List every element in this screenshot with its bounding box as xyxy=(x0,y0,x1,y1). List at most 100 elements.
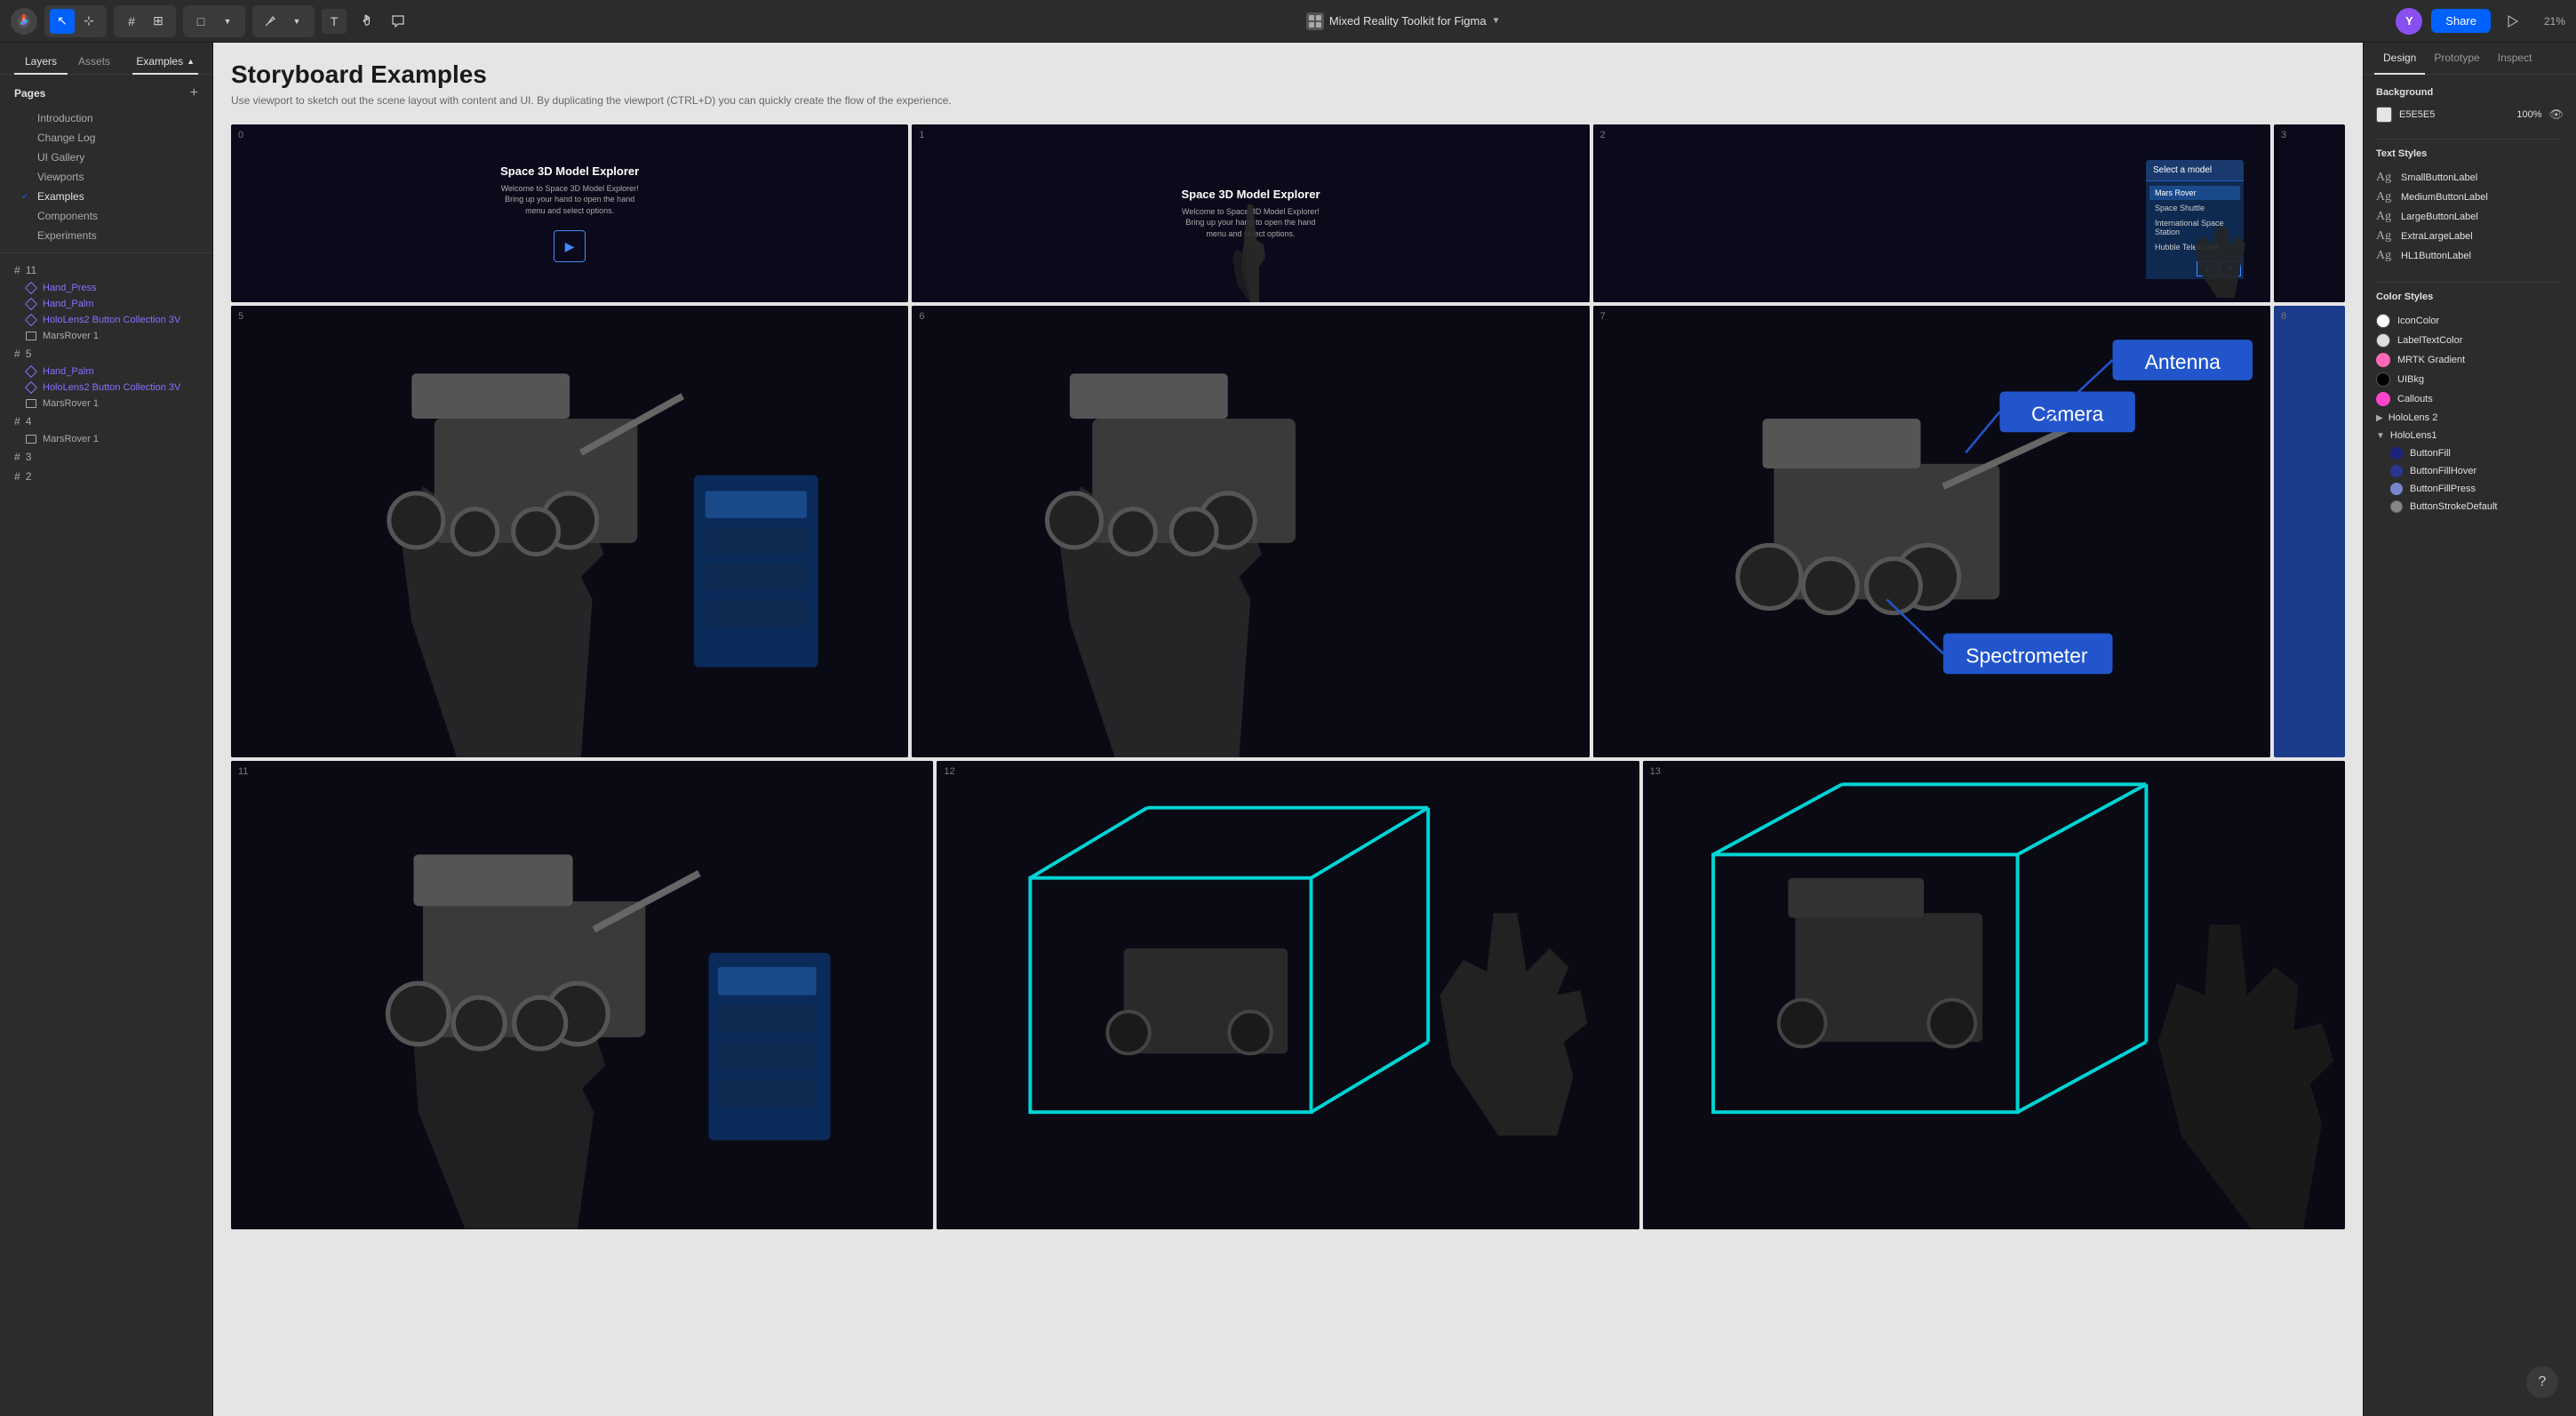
text-style-ag-icon: Ag xyxy=(2376,190,2394,204)
layer-group-2[interactable]: # 2 xyxy=(0,467,212,486)
text-style-small[interactable]: Ag SmallButtonLabel xyxy=(2376,168,2564,188)
component-icon xyxy=(25,383,37,392)
zoom-level[interactable]: 21% xyxy=(2533,15,2565,28)
text-style-ag-icon: Ag xyxy=(2376,249,2394,263)
color-style-labeltextcolor[interactable]: LabelTextColor xyxy=(2376,331,2564,350)
cell-content-11 xyxy=(231,761,933,1229)
layer-marsrover-2[interactable]: MarsRover 1 xyxy=(0,396,212,412)
layer-hand-press[interactable]: Hand_Press xyxy=(0,280,212,296)
pages-title: Pages xyxy=(14,87,45,100)
storyboard-cell-7[interactable]: 7 Camera xyxy=(1593,306,2270,757)
bg-color-opacity: 100% xyxy=(2515,109,2541,120)
layer-holol2-button-2[interactable]: HoloLens2 Button Collection 3V xyxy=(0,380,212,396)
storyboard-cell-8[interactable]: 8 xyxy=(2274,306,2345,757)
page-description: Use viewport to sketch out the scene lay… xyxy=(231,94,1031,107)
page-introduction[interactable]: Introduction xyxy=(14,108,198,128)
shape-tool[interactable]: □ xyxy=(188,9,213,34)
storyboard-cell-6[interactable]: 6 xyxy=(912,306,1589,757)
storyboard-cell-11[interactable]: 11 xyxy=(231,761,933,1229)
page-ui-gallery[interactable]: UI Gallery xyxy=(14,148,198,167)
share-button[interactable]: Share xyxy=(2431,9,2491,33)
cell-content-7: Camera Antenna Spectrometer xyxy=(1593,306,2270,757)
help-button[interactable]: ? xyxy=(2526,1366,2558,1398)
text-style-extralarge[interactable]: Ag ExtraLargeLabel xyxy=(2376,227,2564,246)
layer-group-4[interactable]: # 4 xyxy=(0,412,212,431)
tab-inspect[interactable]: Inspect xyxy=(2489,43,2541,75)
layer-group-5[interactable]: # 5 xyxy=(0,344,212,364)
layer-marsrover-1[interactable]: MarsRover 1 xyxy=(0,328,212,344)
grid-tool[interactable]: ⊞ xyxy=(146,9,171,34)
tab-prototype[interactable]: Prototype xyxy=(2425,43,2488,75)
text-style-hl1-label: HL1ButtonLabel xyxy=(2401,251,2471,261)
page-components[interactable]: Components xyxy=(14,206,198,226)
group-holol2[interactable]: ▶ HoloLens 2 xyxy=(2376,409,2564,427)
tab-design[interactable]: Design xyxy=(2374,43,2425,75)
color-style-mrtk[interactable]: MRTK Gradient xyxy=(2376,350,2564,370)
shape-arrow[interactable]: ▼ xyxy=(215,9,240,34)
visibility-icon[interactable]: 👁 xyxy=(2548,108,2564,122)
group-arrow-holol1: ▼ xyxy=(2376,431,2385,441)
page-changelog[interactable]: Change Log xyxy=(14,128,198,148)
storyboard-grid: 0 Space 3D Model Explorer Welcome to Spa… xyxy=(231,124,2345,1229)
canvas-area[interactable]: Storyboard Examples Use viewport to sket… xyxy=(213,43,2363,1416)
storyboard-cell-5[interactable]: 5 xyxy=(231,306,908,757)
storyboard-cell-3[interactable]: 3 xyxy=(2274,124,2345,302)
storyboard-cell-12[interactable]: 12 xyxy=(937,761,1639,1229)
user-avatar[interactable]: Y xyxy=(2396,8,2422,35)
layer-holol2-button-1[interactable]: HoloLens2 Button Collection 3V xyxy=(0,312,212,328)
rover-svg-5 xyxy=(231,306,908,757)
color-dot-uibkg xyxy=(2376,372,2390,387)
nested-buttonfillpress[interactable]: ButtonFillPress xyxy=(2376,480,2564,498)
tab-layers[interactable]: Layers xyxy=(14,50,68,75)
color-style-callouts[interactable]: Callouts xyxy=(2376,389,2564,409)
file-title[interactable]: Mixed Reality Toolkit for Figma ▼ xyxy=(1306,12,1501,30)
layer-group-11[interactable]: # 11 xyxy=(0,260,212,280)
storyboard-cell-13[interactable]: 13 xyxy=(1643,761,2345,1229)
storyboard-cell-1[interactable]: 1 Space 3D Model Explorer Welcome to Spa… xyxy=(912,124,1589,302)
pen-tool[interactable] xyxy=(258,9,283,34)
bg-color-row: E5E5E5 100% 👁 xyxy=(2376,107,2564,123)
cell-0-title: Space 3D Model Explorer xyxy=(500,164,639,178)
hand-tool[interactable] xyxy=(354,9,379,34)
layer-marsrover-3[interactable]: MarsRover 1 xyxy=(0,431,212,447)
comment-tool[interactable] xyxy=(386,9,411,34)
text-style-large[interactable]: Ag LargeButtonLabel xyxy=(2376,207,2564,227)
group-arrow-holol2: ▶ xyxy=(2376,413,2383,423)
page-experiments[interactable]: Experiments xyxy=(14,226,198,245)
color-dot-mrtk xyxy=(2376,353,2390,367)
image-icon xyxy=(25,399,37,408)
tab-examples[interactable]: Examples ▲ xyxy=(132,50,198,75)
color-style-iconcolor[interactable]: IconColor xyxy=(2376,311,2564,331)
nested-buttonfill[interactable]: ButtonFill xyxy=(2376,444,2564,462)
storyboard-cell-0[interactable]: 0 Space 3D Model Explorer Welcome to Spa… xyxy=(231,124,908,302)
nested-buttonfillhover[interactable]: ButtonFillHover xyxy=(2376,462,2564,480)
tool-group-pen: ▼ xyxy=(252,5,315,37)
nested-name-buttonfillhover: ButtonFillHover xyxy=(2410,466,2476,476)
page-viewports[interactable]: Viewports xyxy=(14,167,198,187)
page-examples[interactable]: ✓ Examples xyxy=(14,187,198,206)
frame-tool[interactable]: # xyxy=(119,9,144,34)
bg-color-swatch[interactable] xyxy=(2376,107,2392,123)
play-button[interactable] xyxy=(2500,9,2524,34)
tab-assets[interactable]: Assets xyxy=(68,50,121,75)
divider-1 xyxy=(2376,139,2564,140)
color-style-uibkg[interactable]: UIBkg xyxy=(2376,370,2564,389)
color-style-labeltextcolor-label: LabelTextColor xyxy=(2397,335,2462,346)
layer-hand-palm-1[interactable]: Hand_Palm xyxy=(0,296,212,312)
rover-svg-7: Camera Antenna Spectrometer xyxy=(1593,306,2270,757)
menu-item-1[interactable]: Mars Rover xyxy=(2149,186,2240,200)
cursor-tool[interactable]: ⊹ xyxy=(76,9,101,34)
text-style-medium[interactable]: Ag MediumButtonLabel xyxy=(2376,188,2564,207)
pen-arrow[interactable]: ▼ xyxy=(284,9,309,34)
move-tool[interactable]: ↖ xyxy=(50,9,75,34)
figma-logo[interactable] xyxy=(11,8,37,35)
layer-group-3[interactable]: # 3 xyxy=(0,447,212,467)
nested-buttonstroke[interactable]: ButtonStrokeDefault xyxy=(2376,498,2564,516)
group-holol1[interactable]: ▼ HoloLens1 xyxy=(2376,427,2564,444)
text-style-hl1[interactable]: Ag HL1ButtonLabel xyxy=(2376,246,2564,266)
nested-name-buttonfill: ButtonFill xyxy=(2410,448,2451,459)
storyboard-cell-2[interactable]: 2 Select a model Mars Rover Space Shuttl… xyxy=(1593,124,2270,302)
text-tool[interactable]: T xyxy=(322,9,347,34)
add-page-button[interactable]: + xyxy=(190,85,198,101)
layer-hand-palm-2[interactable]: Hand_Palm xyxy=(0,364,212,380)
